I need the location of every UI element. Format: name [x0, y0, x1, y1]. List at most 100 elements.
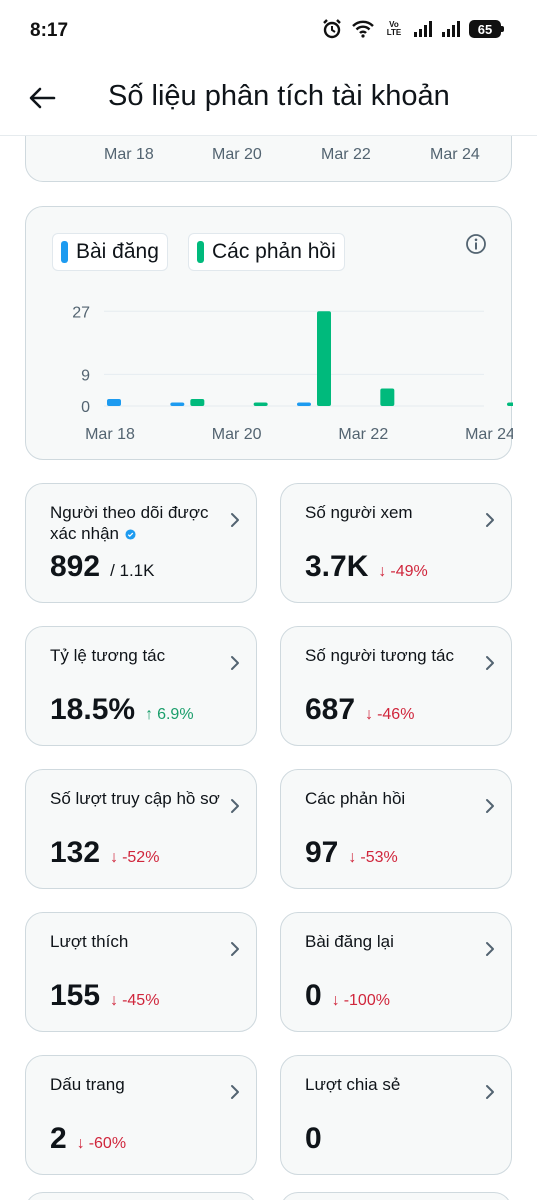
chevron-right-icon: [486, 942, 494, 956]
metric-change-value: -46%: [377, 706, 415, 723]
chevron-right-icon: [231, 799, 239, 813]
arrow-down-icon: ↓: [348, 849, 357, 866]
chevron-right-icon: [231, 513, 239, 527]
metric-total: / 1.1K: [110, 561, 155, 580]
status-icons: Vo LTE 65: [321, 18, 504, 40]
replies-bar: [380, 388, 395, 406]
metric-value-row: 155 ↓ -45%: [50, 979, 159, 1013]
posts-bar: [170, 402, 185, 406]
metric-change: ↓ -53%: [348, 849, 397, 867]
metric-card[interactable]: Lượt thích 155 ↓ -45%: [25, 912, 257, 1032]
alarm-icon: [321, 18, 343, 40]
metric-change: ↓ -60%: [77, 1135, 126, 1153]
replies-bar: [507, 402, 513, 406]
metric-change-value: -45%: [122, 992, 160, 1009]
chevron-right-icon: [231, 942, 239, 956]
metric-change-value: -52%: [122, 849, 160, 866]
metric-label: Người theo dõi được xác nhận: [50, 502, 220, 544]
top-x-tick: Mar 22: [321, 146, 371, 163]
metric-value-row: 132 ↓ -52%: [50, 836, 159, 870]
metric-value-row: 97 ↓ -53%: [305, 836, 398, 870]
metric-label: Số người tương tác: [305, 645, 475, 666]
metric-label-text: Lượt chia sẻ: [305, 1075, 401, 1094]
battery-indicator: 65: [469, 20, 504, 38]
x-tick-label: Mar 22: [338, 426, 388, 443]
metric-label-text: Số lượt truy cập hồ sơ: [50, 789, 220, 808]
verified-badge-icon: [125, 529, 136, 540]
metric-value-row: 2 ↓ -60%: [50, 1122, 126, 1156]
metric-card[interactable]: Các phản hồi 97 ↓ -53%: [280, 769, 512, 889]
arrow-down-icon: ↓: [110, 992, 119, 1009]
metric-card-partial: [280, 1192, 512, 1200]
arrow-down-icon: ↓: [378, 563, 387, 580]
metric-change: ↓ -46%: [365, 706, 414, 724]
metric-label: Lượt thích: [50, 931, 220, 952]
metric-card-partial: [25, 1192, 257, 1200]
posts-bar: [297, 402, 311, 406]
arrow-left-icon: [29, 87, 56, 109]
metric-value: 2: [50, 1122, 67, 1155]
metric-label: Lượt chia sẻ: [305, 1074, 475, 1095]
metric-value: 687: [305, 693, 356, 726]
back-button[interactable]: [22, 78, 62, 118]
arrow-down-icon: ↓: [110, 849, 119, 866]
metric-label-text: Số người tương tác: [305, 646, 455, 665]
metric-card[interactable]: Lượt chia sẻ 0: [280, 1055, 512, 1175]
chevron-right-icon: [231, 656, 239, 670]
metric-value-row: 0: [305, 1122, 322, 1156]
y-tick-label: 9: [81, 367, 90, 384]
metric-value-row: 18.5% ↑ 6.9%: [50, 693, 194, 727]
metric-change: ↓ -45%: [110, 992, 159, 1010]
metric-label: Dấu trang: [50, 1074, 220, 1095]
signal-2-icon: [441, 20, 461, 38]
metric-value-row: 0 ↓ -100%: [305, 979, 390, 1013]
arrow-down-icon: ↓: [331, 992, 340, 1009]
replies-bar: [253, 402, 268, 406]
y-tick-label: 27: [72, 304, 90, 321]
metric-label-text: Bài đăng lại: [305, 932, 394, 951]
volte-line2: LTE: [386, 28, 402, 37]
metric-value: 18.5%: [50, 693, 136, 726]
metric-change: ↓ -100%: [332, 992, 390, 1010]
metric-card[interactable]: Bài đăng lại 0 ↓ -100%: [280, 912, 512, 1032]
metric-change-value: -53%: [360, 849, 398, 866]
top-x-tick: Mar 18: [104, 146, 154, 163]
metric-value-row: 3.7K ↓ -49%: [305, 550, 428, 584]
top-x-tick: Mar 20: [212, 146, 262, 163]
x-tick-label: Mar 18: [85, 426, 135, 443]
top-x-tick: Mar 24: [430, 146, 480, 163]
metric-card[interactable]: Dấu trang 2 ↓ -60%: [25, 1055, 257, 1175]
status-bar: 8:17 Vo LTE 65: [0, 0, 537, 60]
metric-card[interactable]: Người theo dõi được xác nhận 892 / 1.1K: [25, 483, 257, 603]
metric-label: Số lượt truy cập hồ sơ: [50, 788, 220, 809]
metric-value: 3.7K: [305, 550, 369, 583]
metric-card[interactable]: Số lượt truy cập hồ sơ 132 ↓ -52%: [25, 769, 257, 889]
metric-label-text: Số người xem: [305, 503, 413, 522]
metric-change-value: 6.9%: [157, 706, 194, 723]
replies-bar: [190, 398, 205, 406]
status-time: 8:17: [30, 20, 69, 41]
metric-label: Số người xem: [305, 502, 475, 523]
page-header: Số liệu phân tích tài khoản: [0, 60, 537, 136]
metric-card[interactable]: Số người xem 3.7K ↓ -49%: [280, 483, 512, 603]
metric-value-row: 892 / 1.1K: [50, 550, 154, 584]
metric-card[interactable]: Tỷ lệ tương tác 18.5% ↑ 6.9%: [25, 626, 257, 746]
metric-change-value: -49%: [390, 563, 428, 580]
metric-change: ↑ 6.9%: [145, 706, 193, 724]
metric-value: 132: [50, 836, 101, 869]
metric-label-text: Tỷ lệ tương tác: [50, 646, 166, 665]
x-tick-label: Mar 20: [212, 426, 262, 443]
arrow-down-icon: ↓: [365, 706, 374, 723]
metric-change-value: -60%: [88, 1135, 127, 1152]
wifi-icon: [351, 20, 375, 38]
chevron-right-icon: [486, 1085, 494, 1099]
metric-value: 0: [305, 979, 322, 1012]
x-tick-label: Mar 24: [465, 426, 513, 443]
metric-card[interactable]: Số người tương tác 687 ↓ -46%: [280, 626, 512, 746]
metric-value: 97: [305, 836, 339, 869]
chevron-right-icon: [486, 799, 494, 813]
volte-indicator: Vo LTE: [383, 21, 405, 37]
metric-label-text: Lượt thích: [50, 932, 129, 951]
metric-label: Các phản hồi: [305, 788, 475, 809]
activity-bar-chart: 0 9 27 Mar 18 Mar 20 Mar 22 Mar 24: [72, 304, 513, 443]
